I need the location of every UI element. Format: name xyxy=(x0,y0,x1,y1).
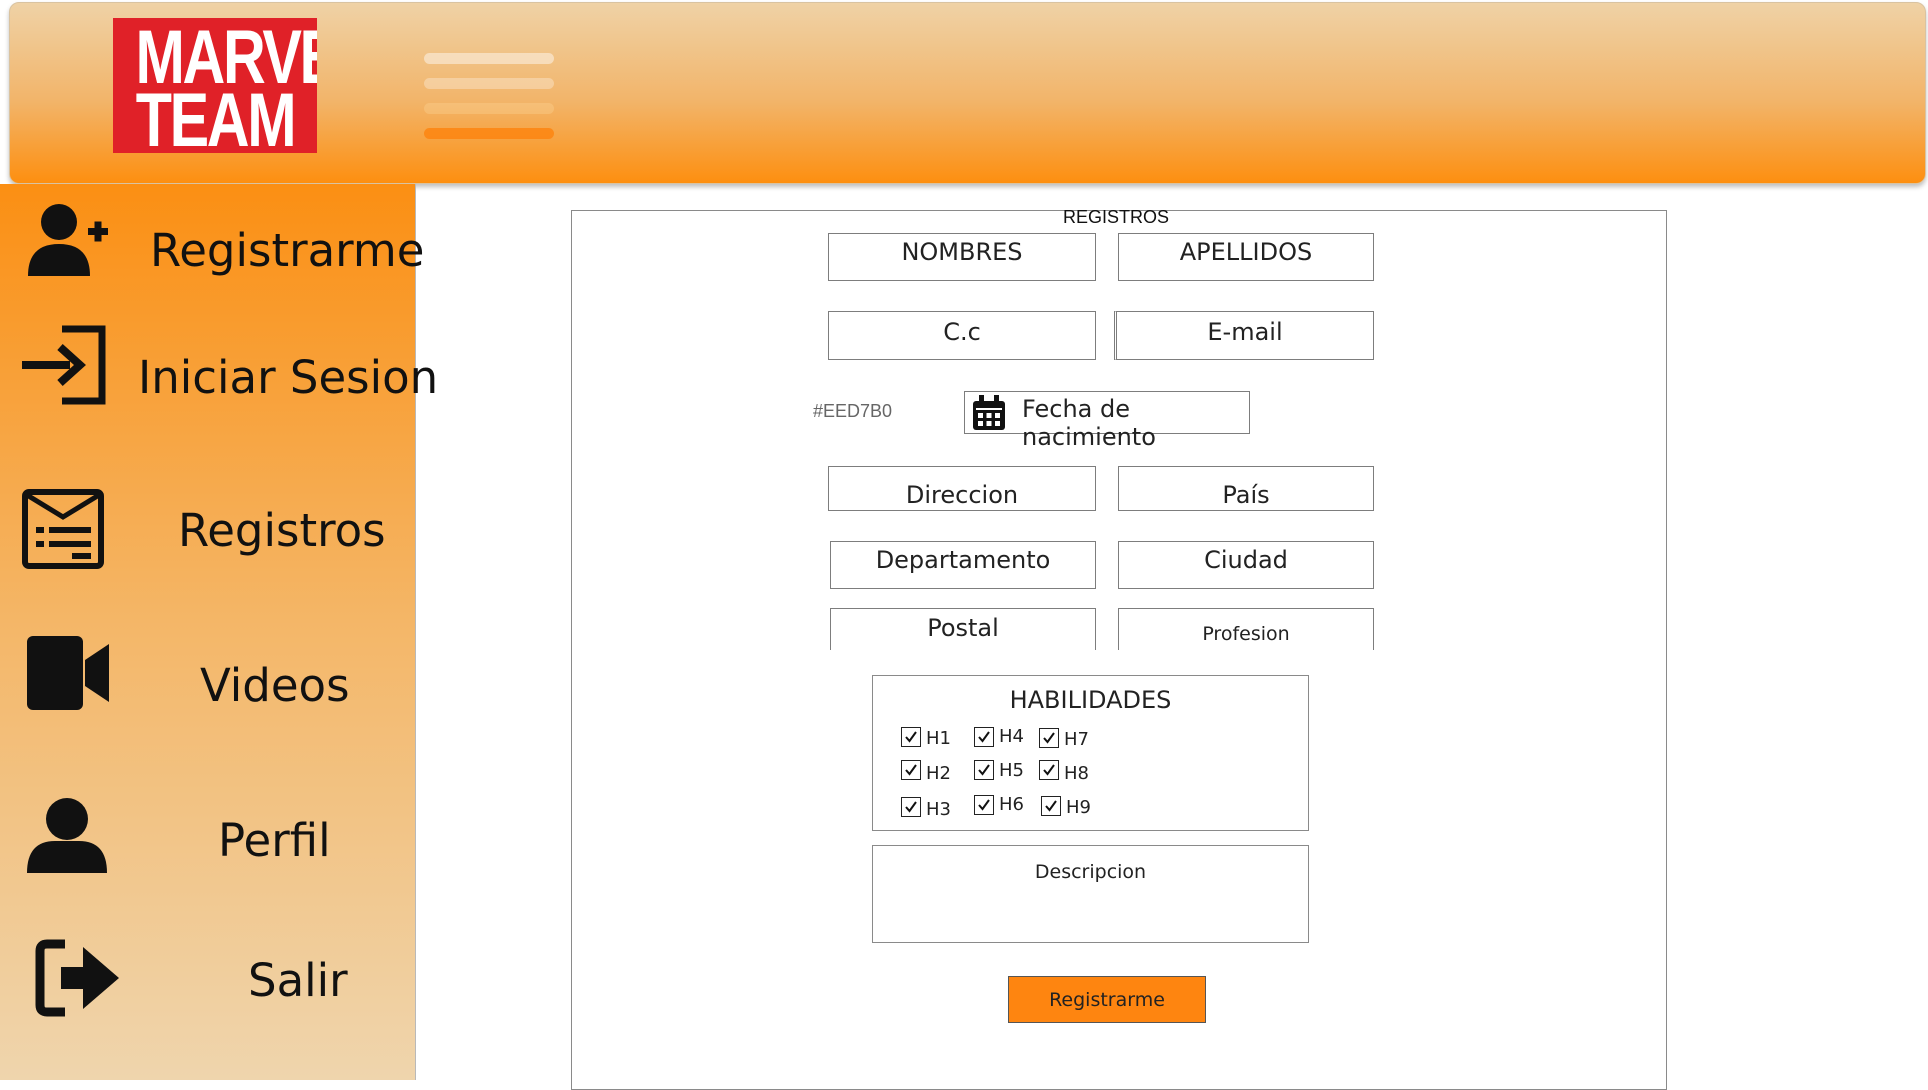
sidebar-item-registros[interactable]: Registros xyxy=(0,464,416,594)
direccion-field[interactable]: Direccion xyxy=(828,466,1096,511)
checkbox-checked-icon xyxy=(974,727,994,747)
video-camera-icon xyxy=(27,636,109,710)
checkbox-checked-icon xyxy=(974,795,994,815)
sidebar-item-label: Iniciar Sesion xyxy=(138,351,439,404)
descripcion-textarea[interactable]: Descripcion xyxy=(872,845,1309,943)
sidebar-item-label: Registrarme xyxy=(150,224,425,277)
habilidades-box: HABILIDADES H1 H2 H3 H4 H5 H6 H7 H8 H9 xyxy=(872,675,1309,831)
checkbox-checked-icon xyxy=(974,760,994,780)
apellidos-field[interactable]: APELLIDOS xyxy=(1118,233,1374,281)
sidebar-item-label: Registros xyxy=(178,504,386,557)
sidebar-item-perfil[interactable]: Perfil xyxy=(0,769,416,899)
cc-field[interactable]: C.c xyxy=(828,311,1096,360)
hamburger-menu-icon[interactable] xyxy=(424,53,554,143)
descripcion-label: Descripcion xyxy=(1034,861,1147,883)
sidebar-item-label: Videos xyxy=(200,659,350,712)
checkbox-checked-icon xyxy=(901,727,921,747)
checkbox-checked-icon xyxy=(901,760,921,780)
sign-in-icon xyxy=(22,325,106,405)
sidebar-item-label: Perfil xyxy=(218,814,331,867)
nombres-field[interactable]: NOMBRES xyxy=(828,233,1096,281)
sidebar-item-salir[interactable]: Salir xyxy=(0,909,416,1039)
logo-line-2: TEAM xyxy=(135,78,297,154)
sidebar-item-label: Salir xyxy=(248,954,348,1007)
ciudad-field[interactable]: Ciudad xyxy=(1118,541,1374,589)
user-plus-icon xyxy=(28,204,108,276)
panel-title: REGISTROS xyxy=(1063,207,1170,227)
registrarme-submit-button[interactable]: Registrarme xyxy=(1008,976,1206,1023)
pais-field[interactable]: País xyxy=(1118,466,1374,511)
sidebar-item-videos[interactable]: Videos xyxy=(0,614,416,744)
checkbox-checked-icon xyxy=(1039,760,1059,780)
calendar-icon xyxy=(973,395,1005,430)
user-icon xyxy=(27,798,107,873)
profesion-field[interactable]: Profesion xyxy=(1118,608,1374,650)
checkbox-checked-icon xyxy=(901,797,921,817)
color-hex-label: #EED7B0 xyxy=(813,401,893,421)
marvel-team-logo[interactable]: MARVEL TEAM xyxy=(113,18,317,153)
postal-field[interactable]: Postal xyxy=(830,608,1096,650)
newspaper-icon xyxy=(22,489,104,569)
email-field[interactable]: E-mail xyxy=(1114,311,1374,360)
sign-out-icon xyxy=(35,939,119,1017)
checkbox-checked-icon xyxy=(1039,728,1059,748)
sidebar: Registrarme Iniciar Sesion Registros Vid… xyxy=(0,184,438,1080)
birth-date-picker[interactable]: Fecha de nacimiento xyxy=(964,391,1250,451)
habilidades-title: HABILIDADES xyxy=(1009,686,1172,714)
departamento-field[interactable]: Departamento xyxy=(830,541,1096,589)
sidebar-item-iniciar-sesion[interactable]: Iniciar Sesion xyxy=(0,309,438,439)
checkbox-checked-icon xyxy=(1041,796,1061,816)
birth-date-label: Fecha de nacimiento xyxy=(1022,395,1156,451)
sidebar-item-registrarme[interactable]: Registrarme xyxy=(0,184,424,304)
